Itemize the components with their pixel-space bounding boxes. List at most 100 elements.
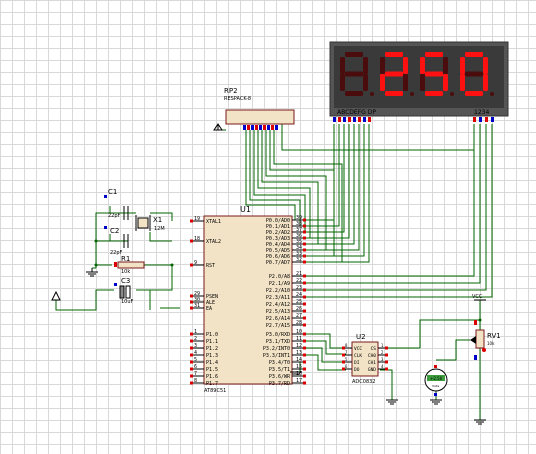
svg-text:8: 8 <box>345 343 348 348</box>
segment-dp <box>490 92 494 96</box>
svg-text:P1.3: P1.3 <box>206 353 218 359</box>
segment-dp <box>370 92 374 96</box>
svg-text:P3.1/TXD: P3.1/TXD <box>266 339 290 345</box>
svg-text:P2.3/A11: P2.3/A11 <box>266 295 290 301</box>
svg-text:P3.7/RD: P3.7/RD <box>269 381 290 387</box>
svg-text:21: 21 <box>296 271 302 277</box>
svg-text:4: 4 <box>194 350 197 356</box>
svg-text:32: 32 <box>296 257 302 263</box>
svg-text:P3.5/T1: P3.5/T1 <box>269 367 290 373</box>
svg-text:8: 8 <box>194 378 197 384</box>
segment-a <box>385 52 403 57</box>
svg-text:18: 18 <box>194 236 200 242</box>
rp2-pins <box>243 125 278 130</box>
segment-g <box>385 71 403 77</box>
svg-text:27: 27 <box>296 313 302 319</box>
svg-text:10: 10 <box>296 329 302 335</box>
svg-text:EA: EA <box>206 306 212 312</box>
capacitor-c1[interactable]: C1 22pF <box>104 188 136 220</box>
svg-text:19: 19 <box>194 216 200 222</box>
segment-a <box>465 52 483 57</box>
segment-c <box>403 74 408 91</box>
segment-dp <box>410 92 414 96</box>
svg-text:1: 1 <box>381 343 384 348</box>
svg-text:7: 7 <box>194 371 197 377</box>
c2-ref: C2 <box>110 227 119 235</box>
svg-text:P0.7/AD7: P0.7/AD7 <box>266 260 290 266</box>
svg-text:2: 2 <box>381 350 384 355</box>
power-terminal-left <box>51 290 61 301</box>
svg-text:DO: DO <box>354 367 360 373</box>
u2-part: ADC0832 <box>352 379 376 385</box>
segment-f <box>380 57 385 74</box>
u1-ref: U1 <box>240 205 251 214</box>
svg-text:GND: GND <box>368 367 376 373</box>
svg-text:3: 3 <box>194 343 197 349</box>
svg-text:P3.0/RXD: P3.0/RXD <box>266 332 290 338</box>
segment-b <box>363 57 368 74</box>
r1-value: 10k <box>121 269 130 275</box>
svg-text:CH1: CH1 <box>368 360 376 366</box>
svg-text:1: 1 <box>194 329 197 335</box>
svg-text:P1.4: P1.4 <box>206 360 218 366</box>
segment-e <box>420 74 425 91</box>
segment-g <box>345 71 363 77</box>
svg-text:6: 6 <box>194 364 197 370</box>
segment-e <box>340 74 345 91</box>
segment-f <box>460 57 465 74</box>
ground-symbol-left <box>86 268 98 277</box>
svg-text:P2.7/A15: P2.7/A15 <box>266 323 290 329</box>
u1-part: AT89C51 <box>204 388 226 394</box>
segment-g <box>465 71 483 77</box>
resistor-r1[interactable]: R1 10k <box>114 255 145 275</box>
c1-value: 22pF <box>108 213 121 219</box>
svg-text:P1.7: P1.7 <box>206 381 218 387</box>
segment-f <box>340 57 345 74</box>
segment-g <box>425 71 443 77</box>
capacitor-c3[interactable]: C3 10uF <box>114 277 134 305</box>
segment-b <box>483 57 488 74</box>
power-terminal-rp2 <box>213 123 223 131</box>
svg-text:CS: CS <box>371 346 377 352</box>
svg-text:9: 9 <box>194 260 197 266</box>
svg-text:XTAL2: XTAL2 <box>206 239 221 245</box>
svg-text:VCC: VCC <box>354 346 362 352</box>
c3-value: 10uF <box>121 299 134 305</box>
svg-text:P1.6: P1.6 <box>206 374 218 380</box>
svg-text:P2.0/A8: P2.0/A8 <box>269 274 290 280</box>
svg-text:CH0: CH0 <box>368 353 376 359</box>
svg-text:26: 26 <box>296 306 302 312</box>
resistor-pack-rp2[interactable]: RP2 RESPACK-8 <box>224 87 295 130</box>
adc-u2[interactable]: U2 ADC0832 8 VCC 7 CLK 5 DI 6 DO 1 CS 2 CH0 3 CH1 4 GND <box>342 333 388 385</box>
segment-e <box>460 74 465 91</box>
display-segment-label: ABCDEFG DP <box>337 109 376 116</box>
rp2-ref: RP2 <box>224 87 238 95</box>
r1-ref: R1 <box>121 255 130 263</box>
svg-text:DI: DI <box>354 360 360 366</box>
svg-text:P3.4/T0: P3.4/T0 <box>269 360 290 366</box>
potentiometer-rv1[interactable]: RV1 10k <box>470 320 501 360</box>
svg-text:14: 14 <box>296 357 302 363</box>
svg-text:P3.3/INT1: P3.3/INT1 <box>263 353 290 359</box>
svg-text:24: 24 <box>296 292 302 298</box>
svg-text:P2.1/A9: P2.1/A9 <box>269 281 290 287</box>
svg-text:P3.6/WR: P3.6/WR <box>269 374 291 380</box>
display-pin-markers <box>333 117 494 122</box>
microcontroller-u1[interactable]: U1 AT89C51 19 XTAL118 XTAL29 RST29 PSEN30 ALE… <box>190 205 306 394</box>
svg-text:25: 25 <box>296 299 302 305</box>
seven-segment-display[interactable]: ABCDEFG DP 1234 <box>329 41 509 122</box>
svg-text:P2.6/A14: P2.6/A14 <box>266 316 290 322</box>
svg-text:P1.5: P1.5 <box>206 367 218 373</box>
segment-d <box>385 91 403 96</box>
svg-text:P1.0: P1.0 <box>206 332 218 338</box>
svg-text:6: 6 <box>345 364 348 369</box>
segment-a <box>345 52 363 57</box>
svg-text:P1.2: P1.2 <box>206 346 218 352</box>
svg-text:7: 7 <box>345 350 348 355</box>
voltmeter[interactable]: +2.50 Volts <box>424 365 448 396</box>
segment-d <box>345 91 363 96</box>
segment-d <box>425 91 443 96</box>
segment-b <box>403 57 408 74</box>
crystal-x1[interactable]: X1 12M <box>135 215 165 232</box>
segment-c <box>363 74 368 91</box>
